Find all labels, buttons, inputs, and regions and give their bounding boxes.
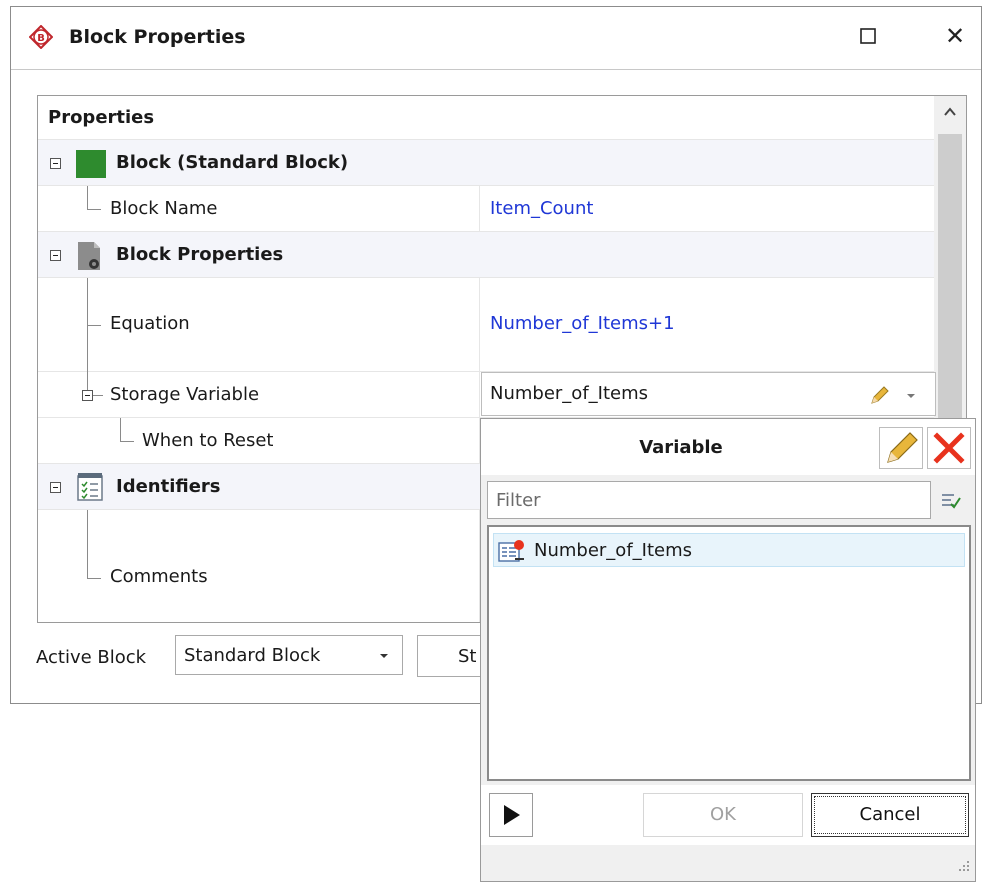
storage-variable-value: Number_of_Items — [490, 383, 649, 404]
popup-title: Variable — [639, 437, 723, 458]
list-item[interactable]: Number_of_Items — [493, 533, 965, 567]
cancel-button[interactable]: Cancel — [811, 793, 969, 837]
list-item-label: Number_of_Items — [534, 540, 693, 561]
category-block[interactable]: Block (Standard Block) — [38, 140, 934, 186]
popup-header: Variable — [481, 419, 975, 475]
ok-button[interactable]: OK — [643, 793, 803, 837]
block-settings-icon — [78, 242, 100, 270]
property-label-cell: When to Reset — [38, 418, 480, 463]
run-button[interactable] — [489, 793, 533, 837]
filter-input[interactable] — [487, 481, 931, 519]
property-label-cell: Comments — [38, 510, 480, 622]
property-value[interactable]: Item_Count — [490, 198, 593, 219]
active-block-select[interactable]: Standard Block — [175, 635, 403, 675]
property-label-cell: Block Name — [38, 186, 480, 231]
grid-header-row: Properties — [38, 96, 934, 140]
collapse-icon[interactable] — [50, 158, 61, 169]
storage-variable-combo[interactable]: Number_of_Items — [481, 372, 936, 416]
property-label-cell: Storage Variable — [38, 372, 480, 417]
dropdown-arrow-icon[interactable] — [906, 391, 916, 401]
window-title: Block Properties — [69, 26, 246, 48]
collapse-icon[interactable] — [50, 482, 61, 493]
category-title: Identifiers — [116, 476, 221, 497]
property-label-cell: Equation — [38, 278, 480, 372]
category-block-properties[interactable]: Block Properties — [38, 232, 934, 278]
active-block-label: Active Block — [36, 647, 147, 668]
scroll-up-arrow-icon[interactable] — [942, 104, 958, 120]
app-logo-letter: B — [37, 33, 45, 44]
play-icon — [504, 805, 520, 825]
close-button[interactable]: ✕ — [941, 21, 969, 51]
property-label: Block Name — [110, 198, 218, 219]
property-label: Equation — [110, 313, 190, 334]
green-block-icon — [76, 150, 106, 178]
clear-filter-icon[interactable] — [939, 489, 961, 511]
pencil-icon[interactable] — [868, 385, 890, 407]
maximize-button[interactable] — [859, 27, 877, 45]
collapse-icon[interactable] — [50, 250, 61, 261]
title-bar: B Block Properties ✕ — [11, 7, 981, 70]
grid-header: Properties — [48, 107, 155, 128]
variable-list[interactable]: Number_of_Items — [487, 525, 971, 781]
edit-variable-button[interactable] — [879, 427, 923, 469]
property-label: When to Reset — [142, 430, 274, 451]
dropdown-arrow-icon — [380, 654, 388, 658]
resize-grip-icon[interactable] — [955, 859, 971, 875]
popup-footer: OK Cancel — [481, 785, 975, 845]
property-row-block-name[interactable]: Block Name Item_Count — [38, 186, 934, 232]
variable-popup: Variable Number_of_Items — [480, 418, 976, 882]
category-title: Block (Standard Block) — [116, 152, 349, 173]
active-block-value: Standard Block — [184, 645, 321, 666]
red-x-icon — [933, 432, 965, 464]
property-row-equation[interactable]: Equation Number_of_Items+1 — [38, 278, 934, 372]
category-title: Block Properties — [116, 244, 284, 265]
property-value[interactable]: Number_of_Items+1 — [490, 313, 675, 334]
collapse-icon[interactable] — [82, 390, 93, 401]
button-label: St — [458, 646, 477, 667]
checklist-icon — [77, 473, 103, 501]
pencil-icon — [887, 432, 918, 463]
close-popup-button[interactable] — [927, 427, 971, 469]
property-label: Comments — [110, 566, 208, 587]
variable-icon — [498, 540, 524, 562]
app-logo-icon: B — [29, 25, 53, 49]
property-label: Storage Variable — [110, 384, 260, 405]
